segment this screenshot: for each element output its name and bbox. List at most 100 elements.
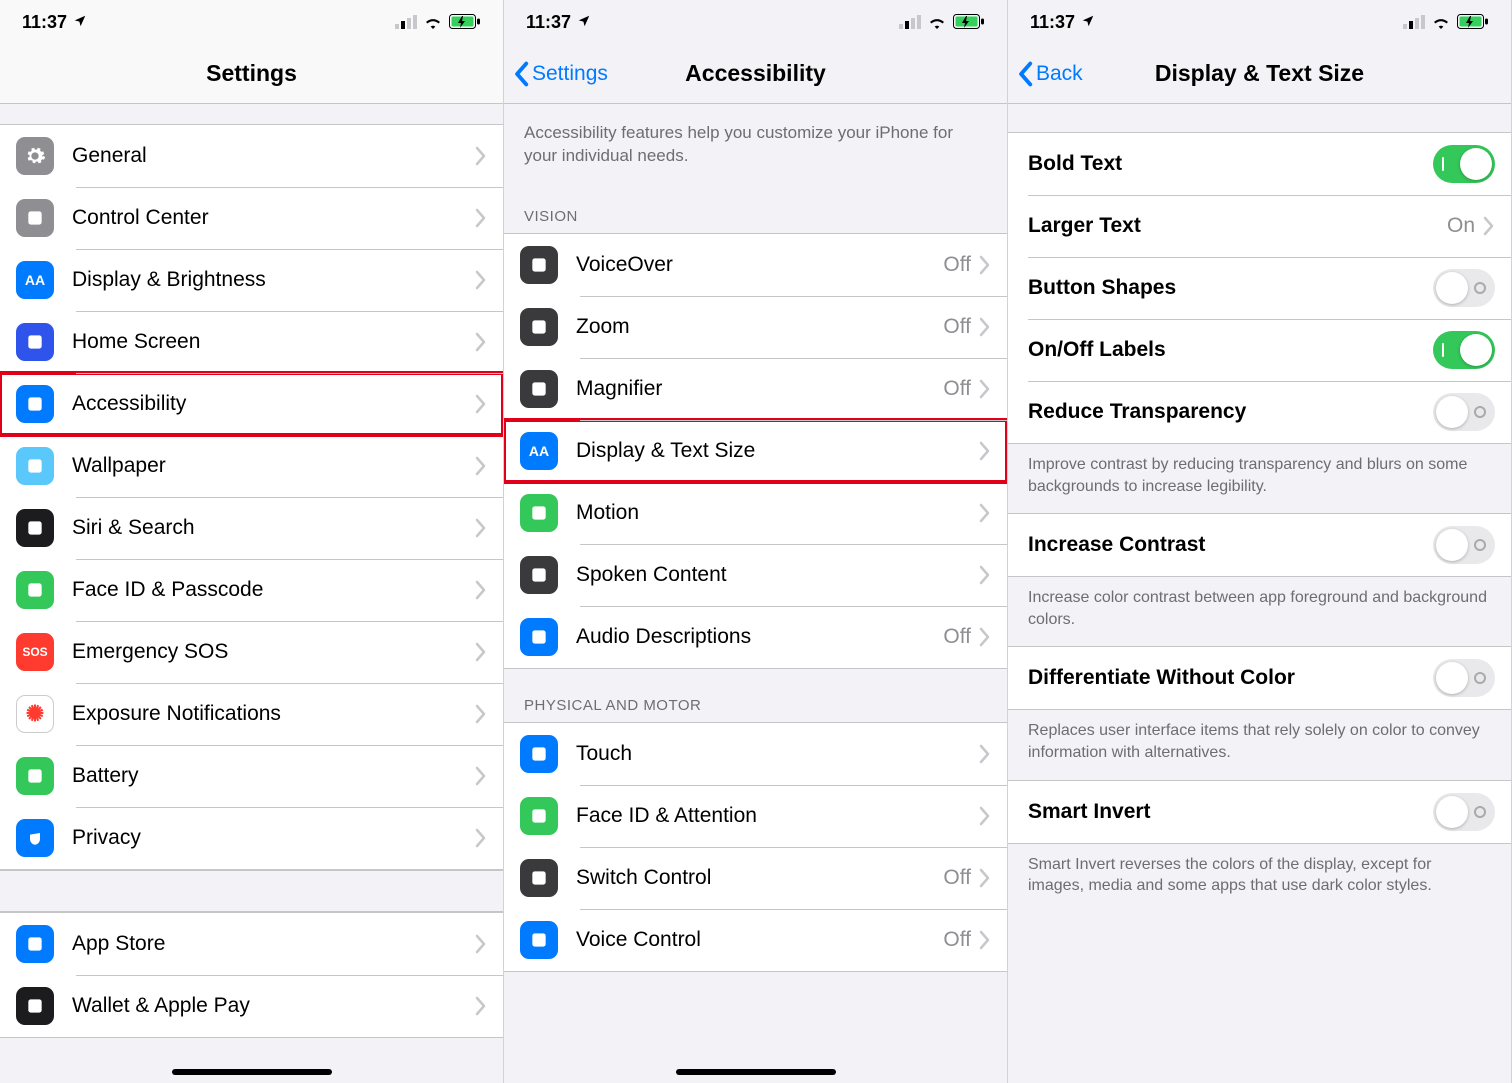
chevron-right-icon bbox=[1483, 216, 1495, 236]
cellular-icon bbox=[1403, 15, 1425, 29]
row-battery[interactable]: Battery bbox=[0, 745, 503, 807]
wifi-icon bbox=[1431, 15, 1451, 29]
row-zoom[interactable]: ZoomOff bbox=[504, 296, 1007, 358]
row-differentiate-without-color[interactable]: Differentiate Without Color bbox=[1008, 647, 1511, 709]
row-voiceover[interactable]: VoiceOverOff bbox=[504, 234, 1007, 296]
row-icon: AA bbox=[16, 261, 54, 299]
status-bar: 11:37 bbox=[0, 0, 503, 44]
row-icon: ✺ bbox=[16, 695, 54, 733]
row-label: Display & Text Size bbox=[576, 439, 979, 463]
row-siri-search[interactable]: Siri & Search bbox=[0, 497, 503, 559]
wifi-icon bbox=[423, 15, 443, 29]
toggle-switch[interactable] bbox=[1433, 526, 1495, 564]
footer-smart-invert: Smart Invert reverses the colors of the … bbox=[1008, 844, 1511, 913]
row-face-id-passcode[interactable]: Face ID & Passcode bbox=[0, 559, 503, 621]
chevron-right-icon bbox=[979, 806, 991, 826]
status-bar: 11:37 bbox=[1008, 0, 1511, 44]
home-indicator bbox=[676, 1069, 836, 1075]
chevron-right-icon bbox=[979, 627, 991, 647]
toggle-switch[interactable] bbox=[1433, 659, 1495, 697]
toggle-switch[interactable] bbox=[1433, 269, 1495, 307]
row-bold-text[interactable]: Bold Text bbox=[1008, 133, 1511, 195]
row-label: Magnifier bbox=[576, 377, 943, 401]
toggle-switch[interactable] bbox=[1433, 145, 1495, 183]
row-icon bbox=[520, 859, 558, 897]
row-touch[interactable]: Touch bbox=[504, 723, 1007, 785]
row-icon bbox=[16, 987, 54, 1025]
chevron-right-icon bbox=[475, 580, 487, 600]
row-reduce-transparency[interactable]: Reduce Transparency bbox=[1008, 381, 1511, 443]
row-emergency-sos[interactable]: SOSEmergency SOS bbox=[0, 621, 503, 683]
nav-bar: Settings bbox=[0, 44, 503, 104]
row-magnifier[interactable]: MagnifierOff bbox=[504, 358, 1007, 420]
row-increase-contrast[interactable]: Increase Contrast bbox=[1008, 514, 1511, 576]
page-title: Settings bbox=[206, 60, 297, 87]
row-label: Face ID & Attention bbox=[576, 804, 979, 828]
settings-list-main: General Control CenterAADisplay & Brightn… bbox=[0, 124, 503, 870]
row-label: Voice Control bbox=[576, 928, 943, 952]
row-spoken-content[interactable]: Spoken Content bbox=[504, 544, 1007, 606]
chevron-right-icon bbox=[475, 642, 487, 662]
row-label: Exposure Notifications bbox=[72, 702, 475, 726]
row-exposure-notifications[interactable]: ✺ Exposure Notifications bbox=[0, 683, 503, 745]
chevron-right-icon bbox=[475, 934, 487, 954]
row-privacy[interactable]: Privacy bbox=[0, 807, 503, 869]
chevron-right-icon bbox=[475, 518, 487, 538]
back-button[interactable]: Settings bbox=[512, 61, 608, 87]
back-button[interactable]: Back bbox=[1016, 61, 1083, 87]
row-icon bbox=[520, 618, 558, 656]
row-label: Touch bbox=[576, 742, 979, 766]
row-label: Bold Text bbox=[1028, 152, 1433, 176]
screen-accessibility: 11:37 Settings Accessibility Accessibili… bbox=[504, 0, 1008, 1083]
row-icon bbox=[16, 819, 54, 857]
chevron-right-icon bbox=[475, 332, 487, 352]
row-wallpaper[interactable]: Wallpaper bbox=[0, 435, 503, 497]
battery-charging-icon bbox=[449, 14, 481, 30]
row-general[interactable]: General bbox=[0, 125, 503, 187]
chevron-right-icon bbox=[475, 828, 487, 848]
row-larger-text[interactable]: Larger TextOn bbox=[1008, 195, 1511, 257]
row-home-screen[interactable]: Home Screen bbox=[0, 311, 503, 373]
row-button-shapes[interactable]: Button Shapes bbox=[1008, 257, 1511, 319]
home-indicator bbox=[172, 1069, 332, 1075]
row-control-center[interactable]: Control Center bbox=[0, 187, 503, 249]
row-display-brightness[interactable]: AADisplay & Brightness bbox=[0, 249, 503, 311]
screen-display-text-size: 11:37 Back Display & Text Size Bold Text… bbox=[1008, 0, 1512, 1083]
row-smart-invert[interactable]: Smart Invert bbox=[1008, 781, 1511, 843]
row-icon: SOS bbox=[16, 633, 54, 671]
page-title: Display & Text Size bbox=[1155, 60, 1364, 87]
intro-text: Accessibility features help you customiz… bbox=[504, 104, 1007, 180]
row-value: Off bbox=[943, 377, 971, 401]
row-label: Button Shapes bbox=[1028, 276, 1433, 300]
row-switch-control[interactable]: Switch ControlOff bbox=[504, 847, 1007, 909]
row-wallet-apple-pay[interactable]: Wallet & Apple Pay bbox=[0, 975, 503, 1037]
row-label: General bbox=[72, 144, 475, 168]
row-app-store[interactable]: App Store bbox=[0, 913, 503, 975]
row-value: Off bbox=[943, 625, 971, 649]
row-label: Home Screen bbox=[72, 330, 475, 354]
row-audio-descriptions[interactable]: Audio DescriptionsOff bbox=[504, 606, 1007, 668]
row-icon bbox=[520, 308, 558, 346]
toggle-switch[interactable] bbox=[1433, 793, 1495, 831]
row-accessibility[interactable]: Accessibility bbox=[0, 373, 503, 435]
row-face-id-attention[interactable]: Face ID & Attention bbox=[504, 785, 1007, 847]
row-on-off-labels[interactable]: On/Off Labels bbox=[1008, 319, 1511, 381]
vision-list: VoiceOverOffZoomOffMagnifierOffAADisplay… bbox=[504, 233, 1007, 669]
row-voice-control[interactable]: Voice ControlOff bbox=[504, 909, 1007, 971]
status-indicators bbox=[395, 14, 481, 30]
chevron-right-icon bbox=[979, 255, 991, 275]
settings-list-apps: App StoreWallet & Apple Pay bbox=[0, 912, 503, 1038]
row-value: Off bbox=[943, 315, 971, 339]
row-icon bbox=[16, 509, 54, 547]
toggle-switch[interactable] bbox=[1433, 393, 1495, 431]
chevron-right-icon bbox=[979, 744, 991, 764]
row-value: Off bbox=[943, 253, 971, 277]
row-motion[interactable]: Motion bbox=[504, 482, 1007, 544]
row-icon bbox=[16, 447, 54, 485]
row-display-text-size[interactable]: AADisplay & Text Size bbox=[504, 420, 1007, 482]
nav-bar: Back Display & Text Size bbox=[1008, 44, 1511, 104]
row-icon bbox=[16, 385, 54, 423]
row-label: Wallpaper bbox=[72, 454, 475, 478]
toggle-switch[interactable] bbox=[1433, 331, 1495, 369]
row-icon bbox=[16, 757, 54, 795]
